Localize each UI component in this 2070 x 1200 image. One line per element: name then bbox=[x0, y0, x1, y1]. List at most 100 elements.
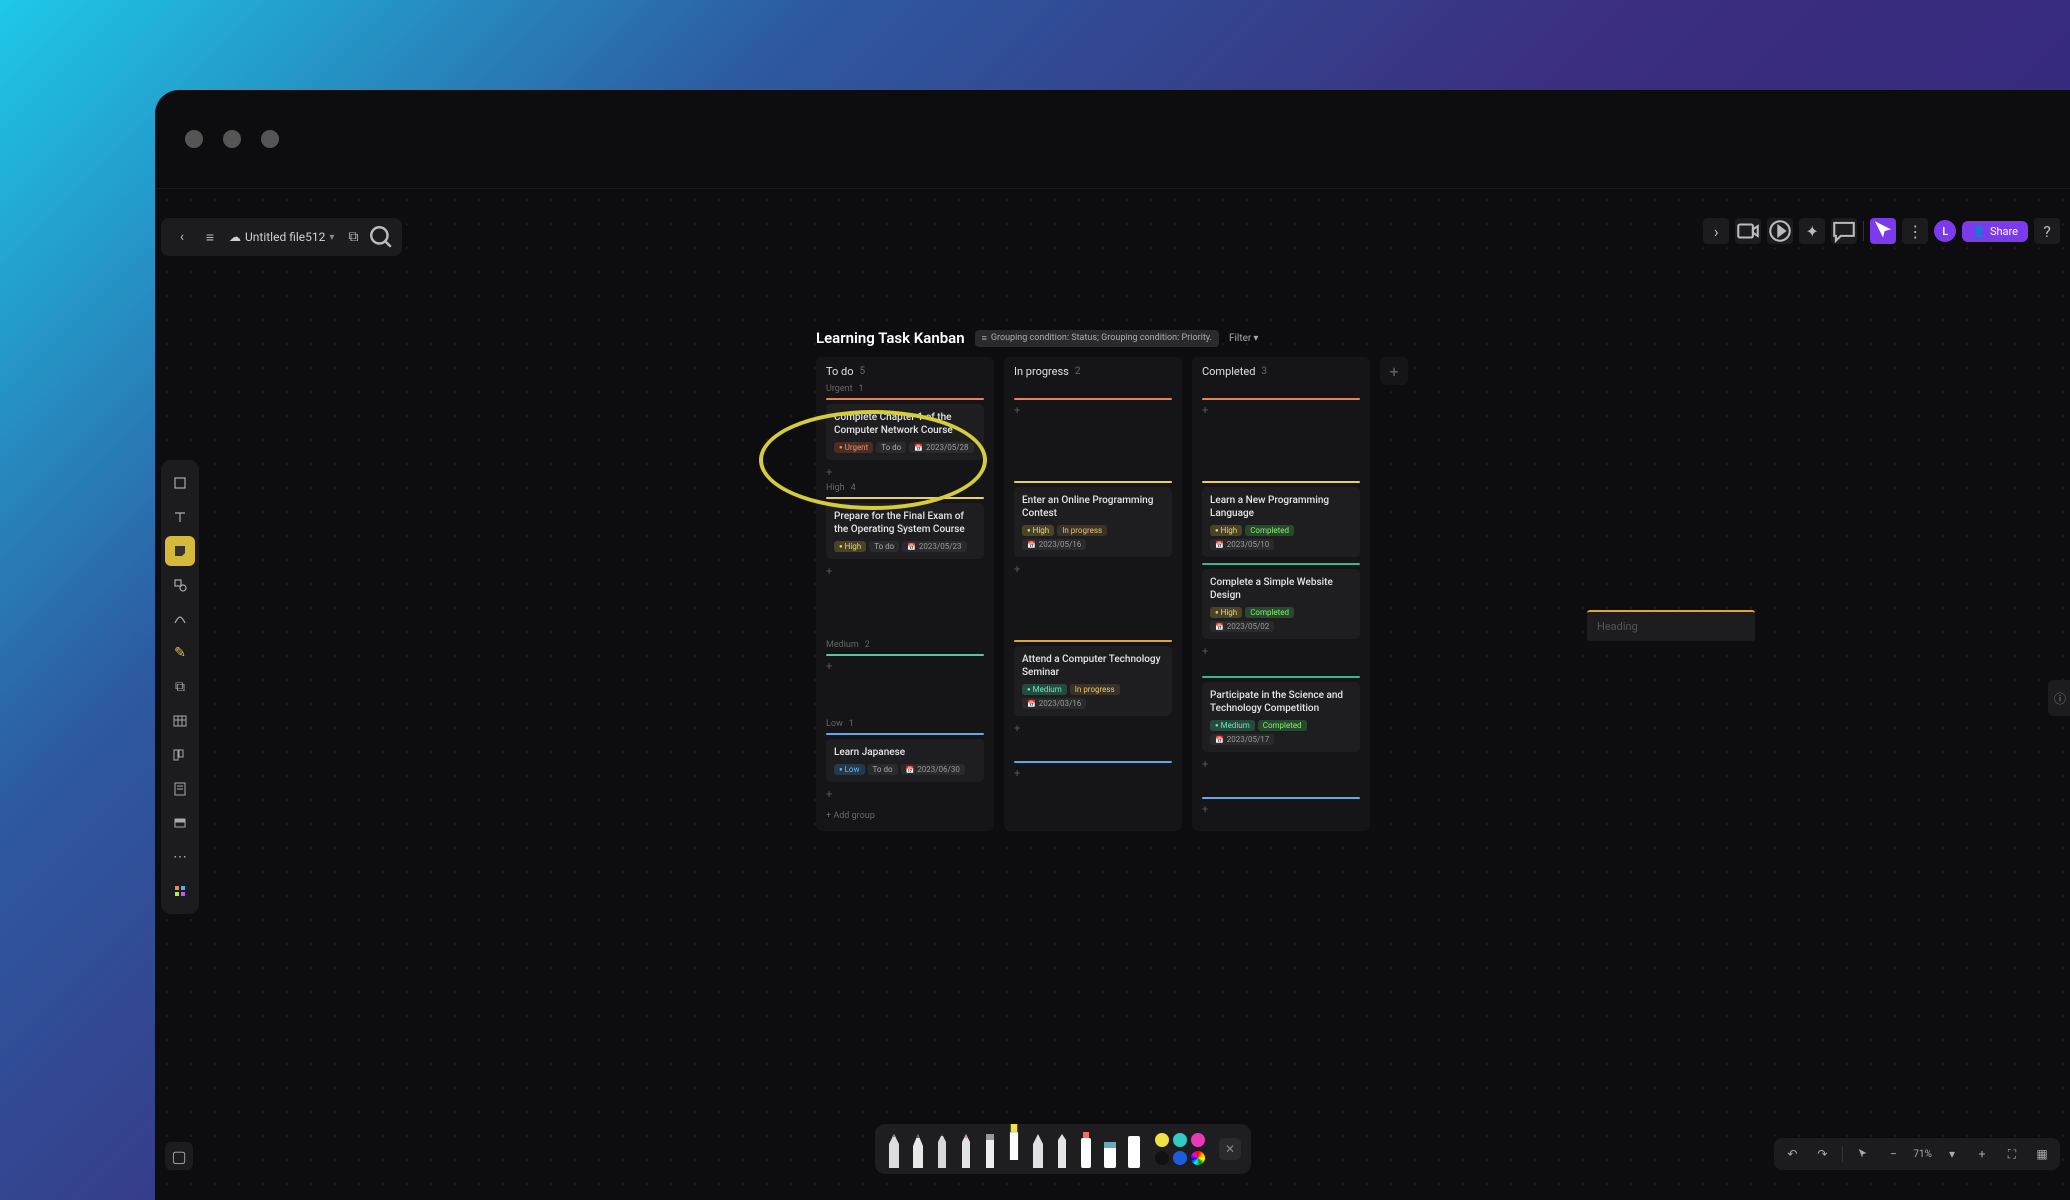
chevron-down-icon[interactable]: ▾ bbox=[1940, 1142, 1964, 1166]
color-swatch-yellow[interactable] bbox=[1155, 1133, 1169, 1147]
info-tab-icon[interactable]: ⓘ bbox=[2048, 680, 2070, 716]
back-button[interactable]: ‹ bbox=[169, 224, 195, 250]
pen-airbrush[interactable] bbox=[1029, 1132, 1047, 1168]
more-tools-icon[interactable]: ⋯ bbox=[165, 842, 195, 872]
pen-chisel[interactable] bbox=[981, 1132, 999, 1168]
pen-fineliner[interactable] bbox=[933, 1132, 951, 1168]
frame-tool[interactable] bbox=[165, 468, 195, 498]
add-card-button[interactable]: + bbox=[1014, 767, 1172, 780]
table-tool[interactable] bbox=[165, 706, 195, 736]
kanban-card[interactable]: Enter an Online Programming Contest High… bbox=[1014, 487, 1172, 557]
add-card-button[interactable]: + bbox=[826, 565, 984, 578]
add-card-button[interactable]: + bbox=[1202, 404, 1360, 417]
ai-sparkle-icon[interactable]: ✦ bbox=[1799, 218, 1825, 244]
color-swatch-rainbow[interactable] bbox=[1191, 1151, 1205, 1165]
add-card-button[interactable]: + bbox=[1014, 722, 1172, 735]
group-bar bbox=[826, 654, 984, 656]
add-card-button[interactable]: + bbox=[826, 788, 984, 801]
zoom-level[interactable]: 71% bbox=[1911, 1149, 1934, 1160]
doc-icon[interactable]: ⧉ bbox=[340, 224, 366, 250]
add-card-button[interactable]: + bbox=[826, 466, 984, 479]
record-icon[interactable] bbox=[1735, 218, 1761, 244]
card-tool[interactable] bbox=[165, 808, 195, 838]
column-name: Completed bbox=[1202, 365, 1255, 378]
add-card-button[interactable]: + bbox=[1014, 563, 1172, 576]
color-swatch-blue[interactable] bbox=[1173, 1151, 1187, 1165]
add-column-button[interactable]: + bbox=[1380, 357, 1408, 385]
fit-screen-button[interactable]: ⛶ bbox=[2000, 1142, 2024, 1166]
search-icon[interactable] bbox=[368, 224, 394, 250]
chevron-down-icon: ▾ bbox=[329, 232, 334, 243]
pen-marker[interactable] bbox=[885, 1132, 903, 1168]
zoom-in-button[interactable]: + bbox=[1970, 1142, 1994, 1166]
heading-block[interactable]: Heading bbox=[1587, 610, 1755, 641]
pen-brush[interactable] bbox=[909, 1132, 927, 1168]
minimap-button[interactable]: ▦ bbox=[2030, 1142, 2054, 1166]
pen-highlighter[interactable] bbox=[1005, 1124, 1023, 1160]
add-card-button[interactable]: + bbox=[826, 660, 984, 673]
cursor-tool-icon[interactable] bbox=[1870, 218, 1896, 244]
pen-glue[interactable] bbox=[1077, 1132, 1095, 1168]
group-bar bbox=[1202, 563, 1360, 565]
kanban-tool[interactable] bbox=[165, 740, 195, 770]
pen-tool[interactable]: ✎ bbox=[165, 638, 195, 668]
shape-tool[interactable] bbox=[165, 570, 195, 600]
add-card-button[interactable]: + bbox=[1202, 645, 1360, 658]
sticky-note-tool[interactable] bbox=[165, 536, 195, 566]
kanban-card[interactable]: Participate in the Science and Technolog… bbox=[1202, 682, 1360, 752]
zoom-out-button[interactable]: − bbox=[1881, 1142, 1905, 1166]
close-dot[interactable] bbox=[185, 130, 203, 148]
kanban-board[interactable]: Learning Task Kanban ≡Grouping condition… bbox=[816, 329, 1408, 831]
file-title[interactable]: ☁ Untitled file512 ▾ bbox=[225, 230, 338, 244]
pen-eraser[interactable] bbox=[1101, 1132, 1119, 1168]
add-card-button[interactable]: + bbox=[1202, 758, 1360, 771]
max-dot[interactable] bbox=[261, 130, 279, 148]
add-card-button[interactable]: + bbox=[1014, 404, 1172, 417]
divider bbox=[1863, 221, 1864, 241]
redo-button[interactable]: ↷ bbox=[1810, 1142, 1834, 1166]
kanban-card[interactable]: Prepare for the Final Exam of the Operat… bbox=[826, 503, 984, 559]
close-tray-button[interactable]: ✕ bbox=[1219, 1138, 1241, 1160]
pen-pencil[interactable] bbox=[957, 1132, 975, 1168]
top-left-toolbar: ‹ ≡ ☁ Untitled file512 ▾ ⧉ bbox=[161, 218, 402, 256]
undo-button[interactable]: ↶ bbox=[1780, 1142, 1804, 1166]
group-label-urgent: Urgent1 bbox=[816, 384, 994, 396]
kanban-card[interactable]: Learn a New Programming Language HighCom… bbox=[1202, 487, 1360, 557]
play-icon[interactable] bbox=[1767, 218, 1793, 244]
add-group-button[interactable]: + Add group bbox=[816, 805, 994, 827]
color-swatch-black[interactable] bbox=[1155, 1151, 1169, 1165]
expand-right-icon[interactable]: › bbox=[1703, 218, 1729, 244]
kanban-card[interactable]: Learn Japanese LowTo do2023/06/30 bbox=[826, 739, 984, 782]
group-bar bbox=[1014, 398, 1172, 400]
color-swatch-pink[interactable] bbox=[1191, 1133, 1205, 1147]
color-swatch-teal[interactable] bbox=[1173, 1133, 1187, 1147]
min-dot[interactable] bbox=[223, 130, 241, 148]
connector-tool[interactable] bbox=[165, 604, 195, 634]
group-label-medium: Medium2 bbox=[816, 640, 994, 652]
left-toolbar: ✎ ⧉ ⋯ bbox=[161, 460, 199, 914]
kanban-header: Learning Task Kanban ≡Grouping condition… bbox=[816, 329, 1408, 347]
kanban-card[interactable]: Complete Chapter 1 of the Computer Netwo… bbox=[826, 404, 984, 460]
pointer-icon[interactable] bbox=[1851, 1142, 1875, 1166]
share-button[interactable]: 👤Share bbox=[1962, 221, 2028, 242]
kanban-grouping-badge[interactable]: ≡Grouping condition: Status; Grouping co… bbox=[975, 330, 1219, 347]
group-bar bbox=[1014, 640, 1172, 642]
tag-status: Completed bbox=[1258, 720, 1307, 731]
comment-icon[interactable] bbox=[1831, 218, 1857, 244]
more-icon[interactable]: ⋮ bbox=[1902, 218, 1928, 244]
menu-button[interactable]: ≡ bbox=[197, 224, 223, 250]
doc-block-tool[interactable] bbox=[165, 774, 195, 804]
help-icon[interactable]: ? bbox=[2034, 218, 2060, 244]
avatar[interactable]: L bbox=[1934, 220, 1956, 242]
kanban-card[interactable]: Attend a Computer Technology Seminar Med… bbox=[1014, 646, 1172, 716]
text-tool[interactable] bbox=[165, 502, 195, 532]
pen-ruler[interactable] bbox=[1125, 1132, 1143, 1168]
bottom-left-toggle[interactable]: ▢ bbox=[165, 1142, 193, 1170]
tag-status: In progress bbox=[1070, 684, 1120, 695]
apps-tool[interactable] bbox=[165, 876, 195, 906]
pen-calligraphy[interactable] bbox=[1053, 1132, 1071, 1168]
kanban-card[interactable]: Complete a Simple Website Design HighCom… bbox=[1202, 569, 1360, 639]
add-card-button[interactable]: + bbox=[1202, 803, 1360, 816]
kanban-filter-button[interactable]: Filter▾ bbox=[1229, 333, 1258, 344]
link-tool[interactable]: ⧉ bbox=[165, 672, 195, 702]
